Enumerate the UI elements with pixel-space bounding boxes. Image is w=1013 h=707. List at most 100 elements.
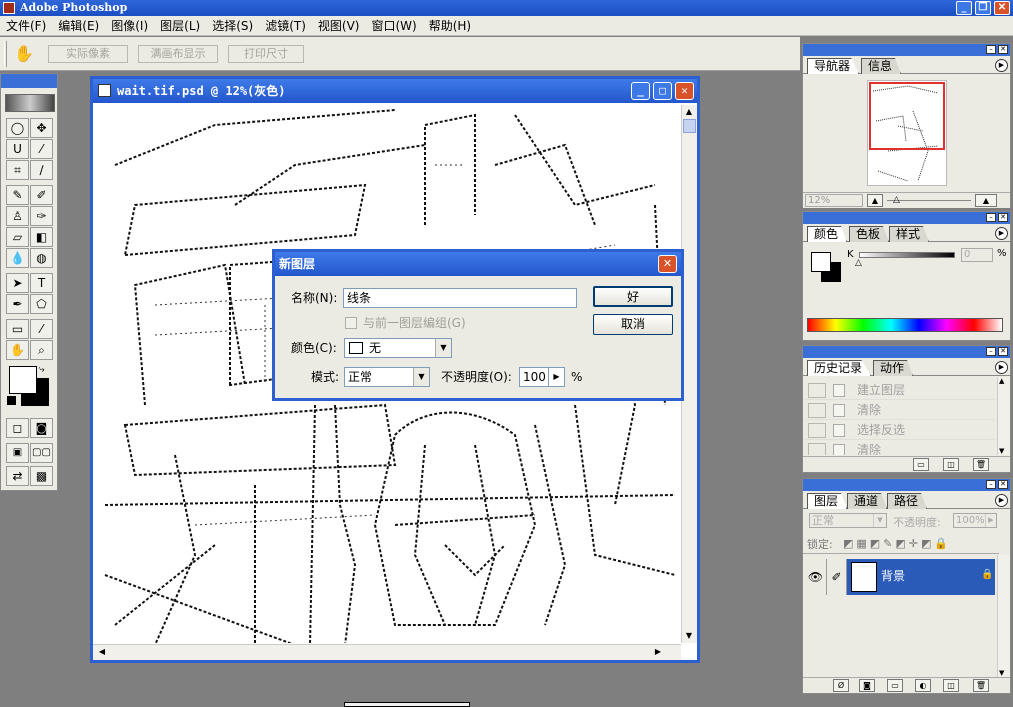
imageready-icon[interactable]: ▩ xyxy=(30,466,53,486)
opacity-slider-arrow-icon[interactable]: ▶ xyxy=(548,368,564,386)
color-select[interactable]: 无 ▼ xyxy=(344,338,452,358)
doc-close-icon[interactable]: ✕ xyxy=(675,82,694,100)
panel-menu-icon[interactable]: ▶ xyxy=(995,59,1008,72)
panel-minimize-icon[interactable]: – xyxy=(986,347,996,356)
dialog-close-icon[interactable]: ✕ xyxy=(658,255,677,273)
marquee-tool-icon[interactable]: ◯ xyxy=(6,118,29,138)
brush-link-icon[interactable]: ✐ xyxy=(827,559,847,595)
standard-mode-icon[interactable]: ◻ xyxy=(6,418,29,438)
menu-view[interactable]: 视图(V) xyxy=(312,16,366,36)
panel-header[interactable]: – ✕ xyxy=(803,212,1010,224)
jump-to-imageready-icon[interactable]: ⇄ xyxy=(6,466,29,486)
color-ramp[interactable] xyxy=(807,318,1003,332)
blur-tool-icon[interactable]: 💧 xyxy=(6,248,29,268)
panel-minimize-icon[interactable]: – xyxy=(986,45,996,54)
tab-info[interactable]: 信息 xyxy=(861,58,902,74)
document-titlebar[interactable]: wait.tif.psd @ 12%(灰色) _ □ ✕ xyxy=(93,79,697,103)
zoom-in-icon[interactable]: ▲ xyxy=(975,194,997,207)
panel-menu-icon[interactable]: ▶ xyxy=(995,227,1008,240)
tab-channels[interactable]: 通道 xyxy=(847,493,888,509)
lasso-tool-icon[interactable]: ᑌ xyxy=(6,139,29,159)
quick-mask-icon[interactable]: ◙ xyxy=(30,418,53,438)
screen-mode-standard-icon[interactable]: ▣ xyxy=(6,443,29,463)
chevron-down-icon[interactable]: ▼ xyxy=(873,514,886,527)
panel-header[interactable]: – ✕ xyxy=(803,44,1010,56)
scroll-down-icon[interactable]: ▼ xyxy=(682,629,696,643)
menu-file[interactable]: 文件(F) xyxy=(0,16,52,36)
layer-opacity-input[interactable]: 100% ▶ xyxy=(953,513,997,528)
grip-handle[interactable] xyxy=(4,41,7,67)
eye-icon[interactable]: 👁 xyxy=(805,559,827,595)
scroll-down-icon[interactable]: ▼ xyxy=(999,669,1004,677)
tab-history[interactable]: 历史记录 xyxy=(807,360,872,376)
dodge-tool-icon[interactable]: ◍ xyxy=(30,248,53,268)
magic-wand-tool-icon[interactable]: ⁄ xyxy=(30,139,53,159)
doc-minimize-icon[interactable]: _ xyxy=(631,82,650,100)
path-select-icon[interactable]: ➤ xyxy=(6,273,29,293)
doc-maximize-icon[interactable]: □ xyxy=(653,82,672,100)
shape-tool-icon[interactable]: ⬠ xyxy=(30,294,53,314)
layer-row-background[interactable]: 👁 ✐ 背景 🔒 xyxy=(805,559,995,595)
clone-stamp-icon[interactable]: ♙ xyxy=(6,206,29,226)
lock-options-icon[interactable]: ◩▦◩✎◩✛◩🔒 xyxy=(843,537,951,550)
scroll-thumb-vertical[interactable] xyxy=(683,119,696,133)
history-brush-source-checkbox[interactable] xyxy=(808,423,826,438)
k-slider-thumb-icon[interactable]: △ xyxy=(855,258,862,268)
cancel-button[interactable]: 取消 xyxy=(593,314,673,335)
menu-edit[interactable]: 编辑(E) xyxy=(52,16,105,36)
k-slider-track[interactable] xyxy=(859,252,955,258)
panel-close-icon[interactable]: ✕ xyxy=(998,480,1008,489)
menu-layer[interactable]: 图层(L) xyxy=(154,16,206,36)
screen-mode-full-icon[interactable]: ▢▢ xyxy=(30,443,53,463)
healing-brush-icon[interactable]: ✎ xyxy=(6,185,29,205)
list-item[interactable]: 清除 xyxy=(805,441,995,455)
pen-tool-icon[interactable]: ✒ xyxy=(6,294,29,314)
gradient-tool-icon[interactable]: ◧ xyxy=(30,227,53,247)
chevron-down-icon[interactable]: ▼ xyxy=(413,368,429,386)
list-item[interactable]: 建立图层 xyxy=(805,381,995,400)
menu-select[interactable]: 选择(S) xyxy=(206,16,259,36)
tab-paths[interactable]: 路径 xyxy=(887,493,928,509)
menu-image[interactable]: 图像(I) xyxy=(105,16,154,36)
panel-close-icon[interactable]: ✕ xyxy=(998,347,1008,356)
trash-icon[interactable]: 🗑 xyxy=(973,458,989,471)
eraser-tool-icon[interactable]: ▱ xyxy=(6,227,29,247)
trash-icon[interactable]: 🗑 xyxy=(973,679,989,692)
group-with-previous-checkbox[interactable] xyxy=(345,317,357,329)
fit-on-screen-button[interactable]: 满画布显示 xyxy=(138,45,218,63)
slice-tool-icon[interactable]: ∕ xyxy=(30,160,53,180)
history-scrollbar[interactable]: ▲ ▼ xyxy=(997,377,1010,455)
doc-horizontal-scrollbar[interactable]: ◀ ▶ xyxy=(93,644,681,660)
navigator-thumbnail[interactable] xyxy=(867,80,947,186)
layers-scrollbar[interactable]: ▼ xyxy=(997,555,1010,677)
opacity-slider-arrow-icon[interactable]: ▶ xyxy=(985,514,996,527)
zoom-tool-icon[interactable]: ⌕ xyxy=(30,340,53,360)
scroll-down-icon[interactable]: ▼ xyxy=(999,447,1004,455)
panel-close-icon[interactable]: ✕ xyxy=(998,45,1008,54)
menu-help[interactable]: 帮助(H) xyxy=(423,16,477,36)
layer-mask-icon[interactable]: ◙ xyxy=(859,679,875,692)
history-brush-source-checkbox[interactable] xyxy=(808,403,826,418)
notes-tool-icon[interactable]: ▭ xyxy=(6,319,29,339)
eyedropper-tool-icon[interactable]: ⁄ xyxy=(30,319,53,339)
history-brush-source-checkbox[interactable] xyxy=(808,383,826,398)
zoom-input[interactable]: 12% xyxy=(805,194,863,207)
toolbox-header[interactable] xyxy=(1,74,57,88)
foreground-color-swatch[interactable] xyxy=(9,366,37,394)
actual-pixels-button[interactable]: 实际像素 xyxy=(48,45,128,63)
restore-icon[interactable]: ❐ xyxy=(975,1,991,15)
new-document-icon[interactable]: ▭ xyxy=(913,458,929,471)
adobe-online-icon[interactable] xyxy=(5,94,55,112)
adjustment-layer-icon[interactable]: ◐ xyxy=(915,679,931,692)
chevron-down-icon[interactable]: ▼ xyxy=(435,339,451,357)
layer-name-input[interactable]: 线条 xyxy=(343,288,577,308)
tab-swatches[interactable]: 色板 xyxy=(849,226,890,242)
layer-set-icon[interactable]: ▭ xyxy=(887,679,903,692)
opacity-input[interactable]: 100 ▶ xyxy=(519,367,565,387)
panel-header[interactable]: – ✕ xyxy=(803,479,1010,491)
list-item[interactable]: 选择反选 xyxy=(805,421,995,440)
tab-color[interactable]: 颜色 xyxy=(807,226,848,242)
panel-header[interactable]: – ✕ xyxy=(803,346,1010,358)
panel-menu-icon[interactable]: ▶ xyxy=(995,494,1008,507)
type-tool-icon[interactable]: T xyxy=(30,273,53,293)
